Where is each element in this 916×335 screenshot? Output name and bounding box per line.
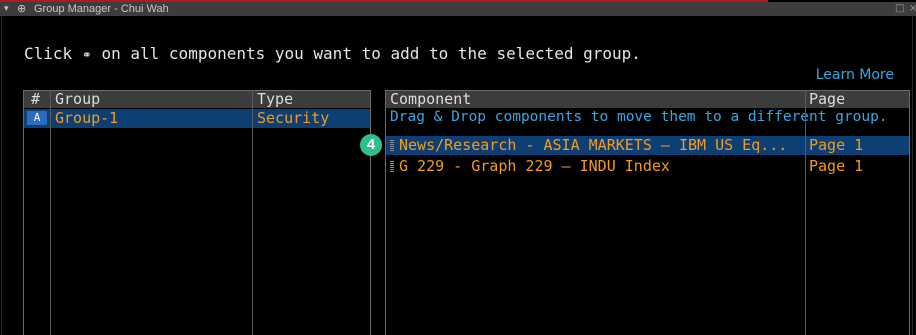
learn-more-link[interactable]: Learn More — [816, 67, 894, 83]
instruction-before: Click — [24, 44, 82, 63]
instruction-after: on all components you want to add to the… — [91, 44, 641, 63]
components-table: Component Page Drag & Drop components to… — [385, 90, 910, 335]
link-icon: ⚭ — [81, 48, 92, 62]
column-header-component[interactable]: Component — [390, 90, 471, 109]
component-label: News/Research - ASIA MARKETS – IBM US Eq… — [399, 136, 788, 154]
close-icon[interactable]: × — [909, 2, 916, 16]
component-page: Page 1 — [809, 136, 864, 154]
column-header-type[interactable]: Type — [257, 90, 293, 109]
column-header-page[interactable]: Page — [809, 90, 845, 109]
component-label: G 229 - Graph 229 – INDU Index — [399, 157, 670, 175]
group-letter-badge: A — [27, 111, 47, 125]
group-type: Security — [257, 109, 330, 127]
window-titlebar[interactable]: ▾ ⊕ Group Manager - Chui Wah □ × — [0, 2, 916, 16]
column-divider — [805, 91, 806, 335]
drag-handle-icon[interactable] — [390, 140, 394, 151]
groups-table: # Group Type A Group-1 Security — [23, 90, 371, 335]
drag-handle-icon[interactable] — [390, 161, 394, 172]
group-name[interactable]: Group-1 — [55, 109, 118, 128]
column-divider — [252, 91, 253, 335]
table-row[interactable]: News/Research - ASIA MARKETS – IBM US Eq… — [386, 136, 909, 155]
component-name[interactable]: News/Research - ASIA MARKETS – IBM US Eq… — [390, 136, 787, 155]
component-name[interactable]: G 229 - Graph 229 – INDU Index — [390, 157, 670, 176]
move-icon[interactable]: ⊕ — [17, 2, 26, 16]
table-row[interactable]: A Group-1 Security — [24, 109, 370, 128]
instruction-text: Click ⚭ on all components you want to ad… — [24, 44, 641, 63]
step-number-badge: 4 — [360, 134, 382, 156]
component-page: Page 1 — [809, 157, 864, 175]
drag-drop-hint: Drag & Drop components to move them to a… — [390, 109, 888, 125]
maximize-icon[interactable]: □ — [895, 2, 904, 16]
column-header-group[interactable]: Group — [55, 90, 100, 109]
window-title: Group Manager - Chui Wah — [34, 3, 169, 15]
column-header-number[interactable]: # — [31, 90, 40, 109]
chevron-down-icon[interactable]: ▾ — [4, 2, 9, 16]
column-divider — [50, 91, 51, 335]
